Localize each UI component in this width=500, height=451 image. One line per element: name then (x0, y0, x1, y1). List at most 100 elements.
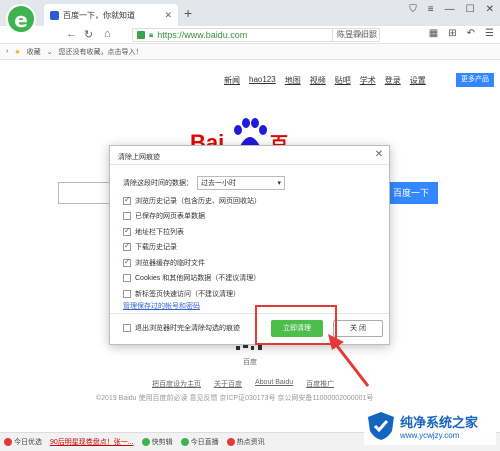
tab-title: 百度一下，你就知道 (63, 10, 135, 20)
option-new-tab-quick-access[interactable]: 新标签页快速访问（不建议清理） (123, 286, 261, 302)
time-range-row: 清除这段时间的数据： 过去一小时 ▾ (123, 176, 285, 190)
qr-label: 百度 (243, 359, 257, 366)
tab-bar: e 百度一下，你就知道 ✕ + ⛉ ≡ — ☐ ✕ (0, 0, 500, 34)
news-icon (226, 438, 235, 447)
checkbox[interactable] (123, 274, 131, 283)
annotation-arrow-icon (328, 334, 370, 387)
time-range-select[interactable]: 过去一小时 ▾ (197, 176, 285, 190)
refresh-icon[interactable]: ↻ (84, 28, 93, 41)
checkbox[interactable] (123, 195, 131, 205)
undo-icon[interactable]: ↶ (467, 28, 475, 39)
back-icon[interactable]: ← (66, 28, 77, 40)
url-text[interactable]: https://www.baidu.com (157, 30, 343, 40)
checkbox[interactable] (123, 212, 131, 221)
maximize-icon[interactable]: ☐ (466, 4, 475, 15)
status-item[interactable]: 今日直播 (180, 437, 219, 447)
footer-link[interactable]: About Baidu (255, 379, 293, 389)
menu-dots-icon[interactable]: ☰ (485, 28, 494, 39)
tab-baidu[interactable]: 百度一下，你就知道 ✕ (44, 4, 178, 26)
watermark-title: 纯净系统之家 (400, 415, 479, 430)
copyright-text: ©2019 Baidu 使用百度前必读 意见反馈 京ICP证030173号 京公… (96, 395, 374, 402)
divider (110, 313, 389, 314)
clear-history-dialog: 清除上网痕迹 ✕ 清除这段时间的数据： 过去一小时 ▾ 浏览历史记录（包含历史、… (109, 145, 390, 345)
tab-close-icon[interactable]: ✕ (164, 10, 172, 21)
divider (110, 164, 389, 165)
option-download-history[interactable]: 下载历史记录 (123, 240, 261, 256)
extensions-icon[interactable]: ▦ (429, 28, 438, 39)
checkbox[interactable] (123, 241, 131, 252)
option-label: Cookies 和其他网站数据（不建议清理） (135, 275, 261, 283)
shirt-skin-icon[interactable]: ⛉ (409, 4, 417, 15)
option-form-data[interactable]: 已保存的网页表单数据 (123, 209, 261, 225)
clear-on-exit-label: 退出浏览器时完全清除勾选的痕迹 (135, 325, 240, 332)
checkbox[interactable] (123, 324, 131, 332)
grid-icon[interactable]: ⊞ (448, 28, 456, 39)
option-cookies[interactable]: Cookies 和其他网站数据（不建议清理） (123, 271, 261, 287)
option-cache-files[interactable]: 浏览器缓存的临时文件 (123, 255, 261, 271)
minimize-icon[interactable]: — (445, 4, 455, 15)
option-label: 地址栏下拉列表 (135, 228, 184, 236)
footer-link[interactable]: 关于百度 (214, 379, 242, 389)
bookmark-star-icon: ★ (14, 48, 21, 56)
status-news-link[interactable]: 90后明星现卷盘点！张一... (50, 437, 134, 447)
checkbox[interactable] (123, 289, 131, 298)
nav-link[interactable]: 设置 (410, 75, 426, 86)
close-window-icon[interactable]: ✕ (486, 4, 494, 15)
navigation-bar: ← ↻ ⌂ 🔒︎ https://www.baidu.com ☆ ϟ ⌄ 陈昱霖… (0, 26, 500, 44)
watermark-text: 纯净系统之家 www.ycwjzy.com (400, 412, 478, 440)
footer-links: 把百度设为主页 关于百度 About Baidu 百度推广 (152, 379, 334, 389)
time-range-value: 过去一小时 (201, 180, 236, 187)
chevron-right-icon[interactable]: › (6, 48, 8, 55)
chevron-down-icon: ▾ (277, 180, 281, 187)
nav-link[interactable]: 地图 (285, 75, 301, 86)
nav-link[interactable]: 视频 (310, 75, 326, 86)
baidu-top-nav: 新闻 hao123 地图 视频 贴吧 学术 登录 设置 (224, 75, 426, 86)
option-browsing-history[interactable]: 浏览历史记录（包含历史、网页回收站） (123, 193, 261, 209)
nav-link[interactable]: 登录 (385, 75, 401, 86)
status-item[interactable]: 今日优选 (4, 437, 42, 447)
option-label: 已保存的网页表单数据 (135, 213, 205, 221)
nav-link[interactable]: hao123 (249, 75, 276, 86)
gift-icon (4, 438, 12, 447)
chevron-down-icon[interactable]: ⌄ (47, 48, 53, 56)
clear-on-exit-row[interactable]: 退出浏览器时完全清除勾选的痕迹 (123, 323, 240, 333)
menu-icon[interactable]: ≡ (428, 4, 434, 15)
status-item[interactable]: 快剪辑 (141, 437, 173, 447)
option-label: 浏览器缓存的临时文件 (135, 259, 205, 267)
clear-options-list: 浏览历史记录（包含历史、网页回收站） 已保存的网页表单数据 地址栏下拉列表 下载… (123, 193, 261, 302)
baidu-favicon-icon (50, 10, 59, 20)
toolbar-right: ▦ ⊞ ↶ ☰ (429, 28, 494, 39)
status-item[interactable]: 热点资讯 (226, 437, 265, 447)
scissors-icon (141, 438, 150, 447)
option-label: 下载历史记录 (135, 244, 177, 252)
checkbox[interactable] (123, 257, 131, 267)
option-label: 浏览历史记录（包含历史、网页回收站） (135, 197, 261, 205)
watermark-url: www.ycwjzy.com (400, 431, 460, 440)
shield-icon (368, 412, 394, 440)
manage-passwords-link[interactable]: 管理保存过的帐号和密码 (123, 301, 200, 311)
bookmarks-button[interactable]: 收藏 (27, 47, 41, 57)
lock-icon: 🔒︎ (149, 30, 154, 39)
nav-link[interactable]: 贴吧 (335, 75, 351, 86)
more-products-button[interactable]: 更多产品 (456, 73, 494, 87)
new-tab-icon[interactable]: + (184, 5, 192, 21)
search-input[interactable]: 陈昱霖旧照 (332, 28, 414, 42)
option-label: 新标签页快速访问（不建议清理） (135, 290, 240, 298)
time-range-label: 清除这段时间的数据： (123, 180, 193, 187)
window-controls: ⛉ ≡ — ☐ ✕ (409, 4, 494, 15)
baidu-search-button[interactable]: 百度一下 (384, 182, 438, 204)
bookmark-import-hint[interactable]: 您还没有收藏，点击导入！ (59, 47, 143, 57)
site-verified-icon (137, 31, 145, 39)
nav-link[interactable]: 新闻 (224, 75, 240, 86)
watermark: 纯净系统之家 www.ycwjzy.com (364, 407, 496, 445)
dialog-close-icon[interactable]: ✕ (375, 149, 383, 160)
live-icon (180, 438, 189, 447)
home-icon[interactable]: ⌂ (104, 28, 111, 40)
browser-logo-icon[interactable]: e (6, 4, 36, 34)
checkbox[interactable] (123, 226, 131, 236)
bookmark-bar: › ★ 收藏 ⌄ 您还没有收藏，点击导入！ (0, 44, 500, 60)
footer-link[interactable]: 把百度设为主页 (152, 379, 201, 389)
dialog-title: 清除上网痕迹 (118, 154, 160, 161)
option-address-dropdown[interactable]: 地址栏下拉列表 (123, 224, 261, 240)
nav-link[interactable]: 学术 (360, 75, 376, 86)
